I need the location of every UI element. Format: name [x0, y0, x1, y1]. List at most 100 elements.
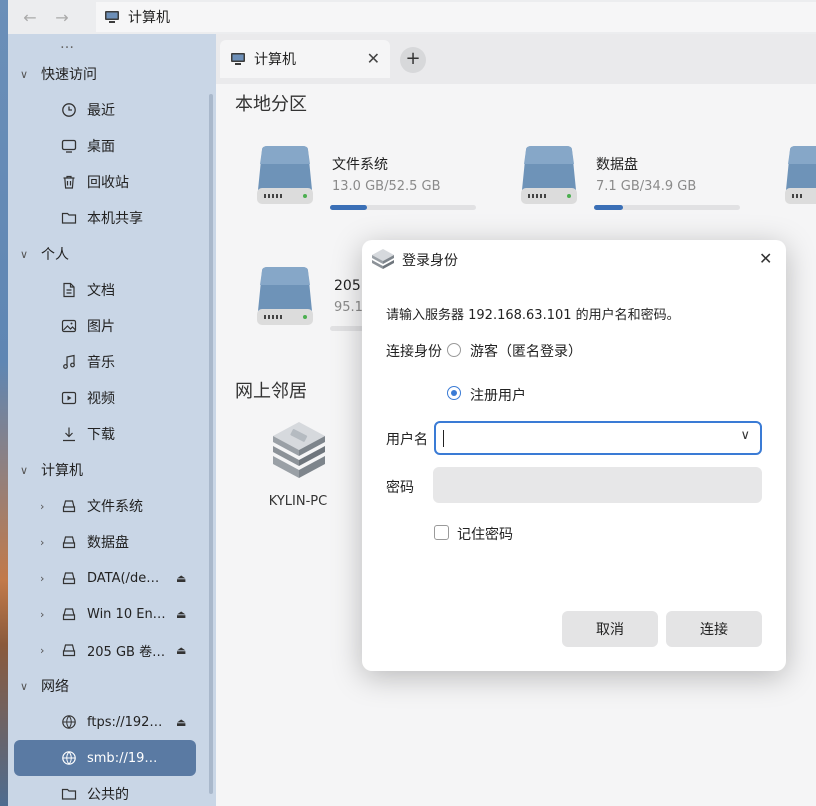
text-caret: [443, 430, 444, 447]
sidebar-item-label: 文件系统: [87, 499, 143, 515]
chevron-right-icon[interactable]: ›: [40, 608, 52, 621]
sidebar-item-label: 图片: [87, 319, 115, 335]
sidebar: … ∨ 快速访问 最近 桌面 回收站 本机共享 ∨ 个人 文档 图片 音乐 视频…: [8, 34, 216, 806]
sidebar-item-label: 最近: [87, 103, 115, 119]
guest-radio[interactable]: [447, 343, 461, 357]
close-tab-icon[interactable]: ✕: [367, 49, 380, 68]
remember-password-label[interactable]: 记住密码: [457, 524, 513, 544]
sidebar-item-local-share[interactable]: 本机共享: [8, 200, 208, 236]
chevron-right-icon[interactable]: ›: [40, 536, 52, 549]
sidebar-item-desktop[interactable]: 桌面: [8, 128, 208, 164]
drive-datadisk[interactable]: 数据盘 7.1 GB/34.9 GB: [514, 144, 754, 224]
sidebar-item-win10[interactable]: › Win 10 En… ⏏: [8, 596, 208, 632]
sidebar-section-label: 个人: [41, 247, 69, 263]
location-label: 计算机: [128, 10, 170, 26]
eject-icon[interactable]: ⏏: [176, 716, 186, 729]
tab-bar: 计算机 ✕ +: [216, 34, 816, 84]
hard-drive-icon: [521, 146, 577, 204]
tab-label: 计算机: [254, 52, 296, 68]
sidebar-item-public[interactable]: 公共的: [8, 776, 208, 806]
drive-usage-bar: [330, 205, 476, 210]
sidebar-section-network[interactable]: ∨ 网络: [8, 668, 208, 704]
guest-radio-label[interactable]: 游客（匿名登录）: [470, 341, 582, 361]
desktop-icon: [61, 139, 77, 153]
sidebar-section-label: 网络: [41, 679, 69, 695]
chevron-down-icon[interactable]: ∨: [740, 428, 750, 443]
sidebar-item-smb[interactable]: smb://19…: [14, 740, 196, 776]
drive-size: 13.0 GB/52.5 GB: [332, 179, 441, 194]
dialog-title: 登录身份: [402, 253, 458, 269]
dialog-prompt: 请输入服务器 192.168.63.101 的用户名和密码。: [386, 308, 680, 323]
chevron-right-icon[interactable]: ›: [40, 500, 52, 513]
sidebar-item-label: 下载: [87, 427, 115, 443]
connect-as-label: 连接身份: [386, 344, 442, 360]
sidebar-scrollbar[interactable]: [209, 94, 213, 794]
hard-drive-icon: [257, 146, 313, 204]
add-tab-button[interactable]: +: [400, 47, 426, 73]
username-combobox[interactable]: ∨: [434, 421, 762, 455]
location-bar[interactable]: 计算机: [96, 2, 816, 32]
sidebar-item-trash[interactable]: 回收站: [8, 164, 208, 200]
sidebar-section-computer[interactable]: ∨ 计算机: [8, 452, 208, 488]
forward-arrow-icon[interactable]: →: [50, 5, 74, 29]
password-field[interactable]: [433, 467, 762, 503]
drive-filesystem[interactable]: 文件系统 13.0 GB/52.5 GB: [250, 144, 490, 224]
download-icon: [63, 427, 75, 442]
sidebar-item-music[interactable]: 音乐: [8, 344, 208, 380]
network-neighborhood-title: 网上邻居: [235, 381, 307, 402]
back-arrow-icon[interactable]: ←: [18, 5, 42, 29]
sidebar-item-205gb[interactable]: › 205 GB 卷… ⏏: [8, 632, 208, 668]
chevron-right-icon[interactable]: ›: [40, 572, 52, 585]
cancel-button[interactable]: 取消: [562, 611, 658, 647]
sidebar-item-label: 视频: [87, 391, 115, 407]
drive-partial[interactable]: [778, 144, 816, 224]
connect-button[interactable]: 连接: [666, 611, 762, 647]
title-bar: ← → 计算机: [8, 0, 816, 34]
sidebar-item-label: ftps://192…: [87, 714, 163, 730]
hard-drive-icon: [785, 146, 816, 204]
eject-icon[interactable]: ⏏: [176, 644, 186, 657]
music-icon: [63, 354, 75, 369]
drive-icon: [62, 500, 76, 513]
sidebar-item-label: 本机共享: [87, 211, 143, 227]
eject-icon[interactable]: ⏏: [176, 572, 186, 585]
remember-password-checkbox[interactable]: [434, 525, 449, 540]
sidebar-item-label: 桌面: [87, 139, 115, 155]
network-icon: [62, 751, 76, 765]
chevron-right-icon[interactable]: ›: [40, 644, 52, 657]
chevron-down-icon[interactable]: ∨: [20, 464, 32, 477]
password-label: 密码: [386, 480, 414, 496]
close-icon[interactable]: ✕: [759, 249, 772, 268]
chevron-down-icon[interactable]: ∨: [20, 68, 32, 81]
sidebar-item-pictures[interactable]: 图片: [8, 308, 208, 344]
sidebar-item-datadisk[interactable]: › 数据盘: [8, 524, 208, 560]
sidebar-item-data-dev[interactable]: › DATA(/de… ⏏: [8, 560, 208, 596]
sidebar-section-quick-access[interactable]: ∨ 快速访问: [8, 56, 208, 92]
eject-icon[interactable]: ⏏: [176, 608, 186, 621]
chevron-down-icon[interactable]: ∨: [20, 680, 32, 693]
drive-icon: [62, 536, 76, 549]
sidebar-item-ftps[interactable]: ftps://192… ⏏: [8, 704, 208, 740]
chevron-down-icon[interactable]: ∨: [20, 248, 32, 261]
desktop-wallpaper: [0, 0, 8, 806]
image-icon: [61, 319, 77, 333]
registered-user-radio[interactable]: [447, 386, 461, 400]
sidebar-item-downloads[interactable]: 下载: [8, 416, 208, 452]
sidebar-item-documents[interactable]: 文档: [8, 272, 208, 308]
sidebar-item-filesystem[interactable]: › 文件系统: [8, 488, 208, 524]
drive-icon: [62, 608, 76, 621]
server-icon: [372, 249, 394, 269]
sidebar-item-recent[interactable]: 最近: [8, 92, 208, 128]
folder-icon: [61, 212, 77, 224]
sidebar-section-personal[interactable]: ∨ 个人: [8, 236, 208, 272]
sidebar-item-label: 205 GB 卷…: [87, 644, 166, 660]
sidebar-item-label: 回收站: [87, 175, 129, 191]
tab-computer[interactable]: 计算机 ✕: [220, 40, 390, 78]
document-icon: [63, 282, 75, 298]
video-icon: [61, 391, 77, 405]
drive-usage-bar: [594, 205, 740, 210]
server-icon: [273, 422, 325, 478]
registered-user-radio-label[interactable]: 注册用户: [470, 385, 526, 405]
drive-size: 7.1 GB/34.9 GB: [596, 179, 697, 194]
sidebar-item-videos[interactable]: 视频: [8, 380, 208, 416]
